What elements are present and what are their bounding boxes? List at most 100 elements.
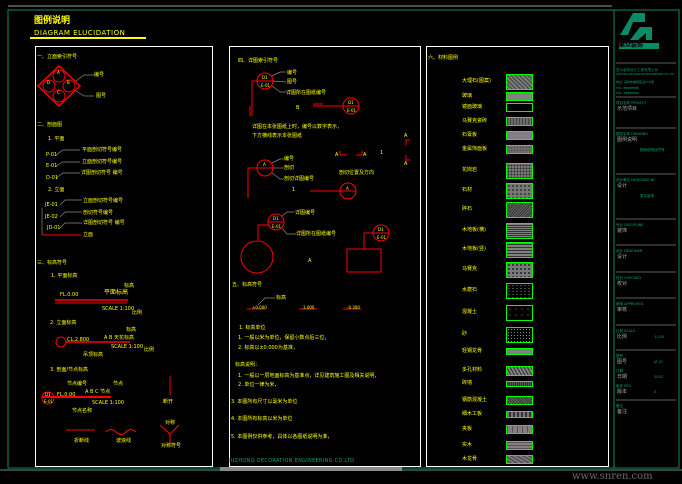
section-code: A [346, 186, 349, 191]
title-block-right-value: JZ-01 [654, 360, 664, 364]
detail-code: D1 [273, 216, 279, 221]
section-heading: 五、标高符号 [232, 282, 263, 288]
material-label: 轻钢龙骨 [462, 347, 483, 354]
material-hatch-swatch [506, 381, 533, 387]
symbol-label: 折断线 [74, 438, 90, 444]
note-text: 详图在本张图纸上时，编号以数字表示， [252, 124, 343, 130]
level-value: ±0.000 [252, 305, 267, 310]
callout-label: 剖切 [284, 165, 295, 171]
index-page: E-01 [347, 108, 357, 113]
material-hatch-swatch [506, 348, 533, 355]
title-block-value[interactable]: 图号 [617, 359, 627, 365]
scale-label: SCALE 1:100 [102, 306, 135, 312]
material-label: 实木 [462, 441, 473, 448]
symbol-label: 波浪线 [116, 438, 132, 444]
material-label: 大理石(图案) [462, 78, 491, 84]
sub-heading: 2. 立面标高 [50, 320, 77, 326]
callout-label: 详图所在图纸编号 [296, 231, 337, 237]
node-page: E-01 [44, 399, 54, 404]
material-label: 马赛克瓷砖 [462, 117, 488, 124]
level-value: 3.000 [303, 305, 315, 310]
company-name-en: JUZHONG DECORATION ENGINEERING CO.LTD [229, 458, 355, 464]
material-label: 花岗岩 [462, 167, 478, 173]
title-block-value[interactable]: 设计 [617, 254, 627, 260]
material-label: 细木工板 [462, 410, 483, 417]
callout-label: 比例 [144, 347, 155, 353]
code: E-01 [46, 163, 58, 169]
section-code: A [263, 162, 266, 167]
index-code: D1 [262, 75, 268, 80]
code: P-01 [46, 152, 58, 158]
material-hatch-swatch [506, 145, 533, 154]
note-heading: 标高说明： [235, 362, 261, 368]
title-block-center-value: 图例说明及符号 [640, 148, 665, 152]
material-label: 马赛克 [462, 266, 478, 272]
callout-label: 节点名称 [72, 408, 93, 414]
material-hatch-swatch [506, 163, 533, 179]
sub-heading: 2. 立面 [48, 187, 65, 193]
material-hatch-swatch [506, 92, 533, 101]
marker: A [363, 152, 367, 158]
callout-label: 节点编号 [67, 381, 88, 387]
level-value: FL.0.00 [60, 292, 79, 298]
level-mark: A B C 节点 [85, 389, 111, 395]
title-block-value[interactable]: 比例 [617, 334, 627, 340]
detail-code: D1 [378, 227, 384, 232]
index-code: D1 [348, 100, 354, 105]
title-block-center-value: 居众装饰 [640, 194, 654, 198]
detail-page: E-01 [272, 224, 282, 229]
title-block-right-value: A [654, 390, 657, 394]
note-text: 5. 本图例仅供参考，具体以各图纸说明为准， [231, 434, 333, 440]
callout-label: 编号 [287, 70, 298, 76]
code: D-01 [46, 175, 59, 181]
note-text: 1. 一般以一层地面标高为基准点，详见建筑施工图及相关说明， [238, 373, 380, 379]
title-block-value[interactable]: 版本 [617, 389, 627, 395]
material-hatch-swatch [506, 366, 533, 376]
sub-heading: 1. 平面 [48, 136, 65, 142]
cad-drawing-canvas[interactable]: 图例说明 DIAGRAM ELUCIDATION 一、立面索引符号 A D B … [0, 0, 682, 484]
callout-label: 标高 [124, 283, 135, 289]
material-hatch-swatch [506, 202, 533, 218]
title-block-value[interactable]: 备注 [617, 409, 627, 415]
marker: 1 [292, 187, 296, 193]
section-heading: 二、剖面图 [37, 122, 63, 128]
marker: 1 [380, 150, 384, 156]
sub-heading: 3. 剖面/节点标高 [50, 367, 89, 373]
diamond-label: C [57, 90, 60, 95]
callout-label: 图号 [287, 79, 298, 85]
callout-label: 比例 [132, 310, 143, 316]
material-label: 木龙骨 [462, 455, 478, 462]
diamond-label: D [47, 80, 51, 85]
material-label: 木地板(竖) [462, 246, 486, 252]
diamond-label: A [57, 70, 60, 75]
callout-label: 剖切位置及方向 [339, 170, 375, 176]
material-label: 砂 [462, 331, 468, 337]
callout-label: 标高 [126, 327, 137, 333]
title-block-value[interactable]: 审核 [617, 307, 627, 313]
watermark: www.snren.com [572, 471, 653, 482]
title-block-value[interactable]: 设计 [617, 183, 627, 189]
note-text: 下方横线表示本张图纸 [252, 133, 303, 139]
section-heading: 一、立面索引符号 [37, 54, 78, 60]
material-hatch-swatch [506, 425, 533, 434]
title-block-value[interactable]: 图例说明 [617, 137, 637, 143]
level-mark: A B 天花标高 [104, 335, 135, 341]
material-hatch-swatch [506, 131, 533, 140]
title-block-right-value: 2010 [654, 375, 663, 379]
callout-label: 平面剖切符号编号 [82, 147, 123, 153]
material-hatch-swatch [506, 262, 533, 278]
callout-label: 图号 [96, 93, 107, 99]
code: JE-01 [45, 202, 58, 208]
title-block-value[interactable]: 校对 [617, 281, 627, 287]
title-block-value[interactable]: 示范项目 [617, 106, 637, 112]
title-block-value[interactable]: 装饰 [617, 228, 627, 234]
callout-label: 立面剖切符号编号 [82, 159, 123, 165]
node-code: D1 [45, 392, 51, 397]
title-block-value[interactable]: 日期 [617, 374, 627, 380]
level-value: CL.2.800 [67, 337, 90, 343]
detail-page: E-01 [377, 235, 387, 240]
scale-label: SCALE 1:100 [111, 344, 144, 350]
drawing-title-en: DIAGRAM ELUCIDATION [34, 29, 126, 37]
code: JE-02 [45, 214, 58, 220]
scale-label: SCALE 1:100 [92, 400, 125, 406]
